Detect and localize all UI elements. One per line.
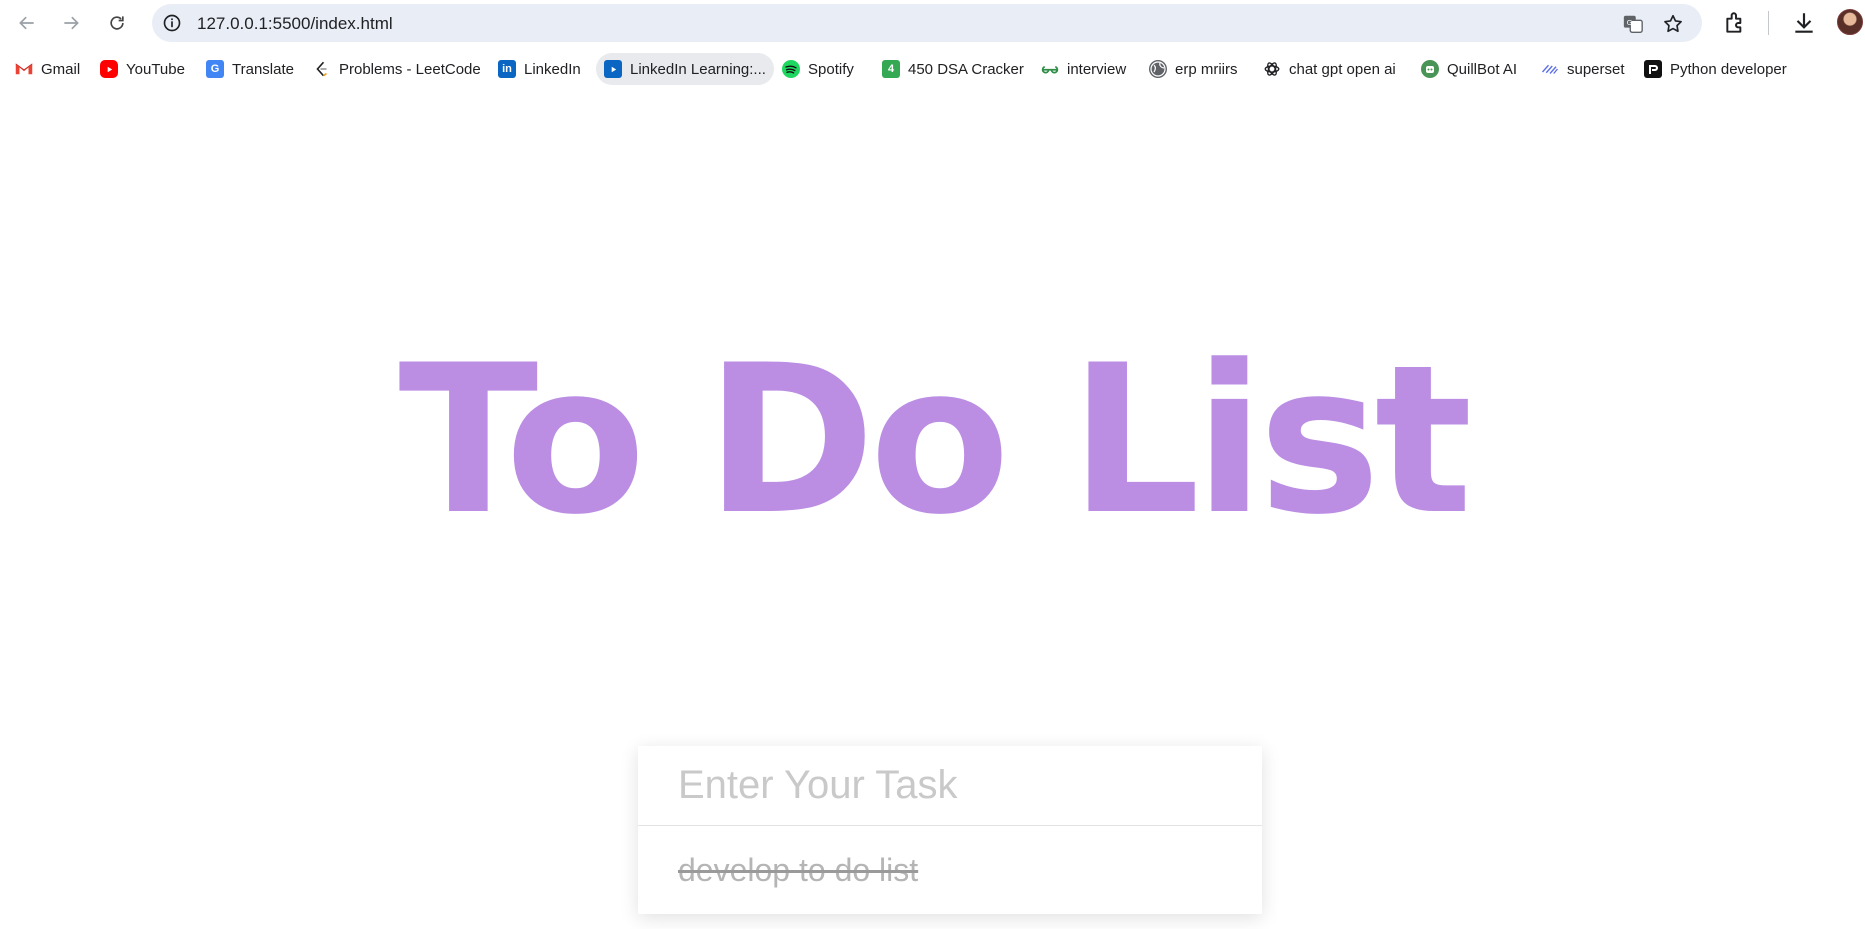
bookmark-label: chat gpt open ai [1289,60,1396,78]
linkedin-learning-icon [604,60,622,78]
linkedin-icon: in [498,60,516,78]
bookmark-label: erp mriirs [1175,60,1238,78]
bookmark-interview[interactable]: interview [1033,53,1134,85]
task-input[interactable] [638,746,1262,826]
browser-toolbar: 127.0.0.1:5500/index.html G [0,0,1865,46]
page-viewport: To Do List develop to do list [0,92,1865,929]
bookmark-linkedin[interactable]: in LinkedIn [490,53,589,85]
back-button[interactable] [12,8,42,38]
dsa-cracker-icon: 4 [882,60,900,78]
bookmark-superset[interactable]: superset [1533,53,1633,85]
bookmark-erp-mriirs[interactable]: erp mriirs [1141,53,1246,85]
translate-icon: G [206,60,224,78]
bookmark-linkedin-learning[interactable]: LinkedIn Learning:... [596,53,774,85]
globe-icon [1149,60,1167,78]
todo-card: develop to do list [638,746,1262,914]
python-developer-icon [1644,60,1662,78]
arrow-left-icon [19,16,34,30]
url-text[interactable]: 127.0.0.1:5500/index.html [197,14,393,34]
bookmark-chat-gpt[interactable]: chat gpt open ai [1255,53,1404,85]
bookmark-label: interview [1067,60,1127,78]
bookmark-gmail[interactable]: Gmail [7,53,88,85]
toolbar-divider [1768,11,1769,35]
bookmark-label: Spotify [808,60,854,78]
task-text-completed[interactable]: develop to do list [678,852,918,889]
download-icon[interactable] [1791,10,1817,36]
translate-page-icon[interactable]: G [1622,13,1644,35]
bookmark-label: Python developer [1670,60,1787,78]
bookmark-label: QuillBot AI [1447,60,1518,78]
youtube-icon [100,60,118,78]
bookmark-label: Translate [232,60,294,78]
bookmark-label: 450 DSA Cracker [908,60,1024,78]
bookmark-label: LinkedIn [524,60,581,78]
profile-avatar[interactable] [1837,9,1863,35]
bookmark-spotify[interactable]: Spotify [774,53,862,85]
task-item[interactable]: develop to do list [638,827,1262,914]
bookmark-youtube[interactable]: YouTube [92,53,193,85]
bookmark-label: Problems - LeetCode [339,60,481,78]
bookmark-star-icon[interactable] [1662,13,1684,35]
bookmark-label: LinkedIn Learning:... [630,60,766,78]
forward-button[interactable] [56,8,86,38]
geeksforgeeks-icon [1041,60,1059,78]
bookmark-translate[interactable]: G Translate [198,53,302,85]
bookmark-label: superset [1567,60,1625,78]
leetcode-icon [313,60,331,78]
reload-button[interactable] [102,8,132,38]
spotify-icon [782,60,800,78]
openai-icon [1263,60,1281,78]
page-title: To Do List [398,322,1472,560]
bookmark-label: YouTube [126,60,185,78]
bookmark-450-dsa-cracker[interactable]: 4 450 DSA Cracker [874,53,1032,85]
bookmarks-bar: Gmail YouTube G Translate Problems - Lee… [0,51,1865,87]
bookmark-label: Gmail [41,60,81,78]
bookmark-leetcode[interactable]: Problems - LeetCode [305,53,489,85]
bookmark-quillbot[interactable]: QuillBot AI [1413,53,1525,85]
site-info-icon[interactable] [162,13,182,33]
address-bar[interactable]: 127.0.0.1:5500/index.html G [152,4,1702,42]
arrow-right-icon [64,16,79,30]
bookmark-python-developer[interactable]: Python developer [1636,53,1795,85]
extensions-icon[interactable] [1723,10,1749,36]
quillbot-icon [1421,60,1439,78]
gmail-icon [15,60,33,78]
svg-text:G: G [1627,18,1633,27]
reload-icon [110,16,124,30]
superset-icon [1541,60,1559,78]
